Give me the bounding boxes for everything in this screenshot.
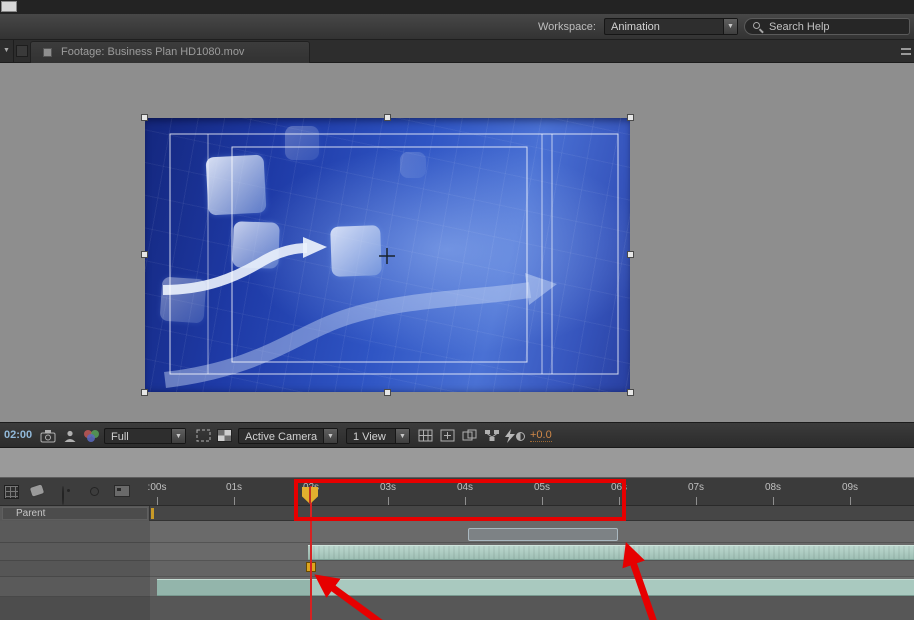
panel-tab-bar: ▼ Footage: Business Plan HD1080.mov — [0, 40, 914, 63]
ruler-tick — [542, 497, 543, 505]
ruler-label: 04s — [456, 482, 474, 493]
chevron-down-icon[interactable]: ▼ — [395, 429, 409, 443]
selection-handle[interactable] — [384, 114, 391, 121]
workspace-value: Animation — [611, 21, 660, 33]
layer-row-controls: None ▼ — [0, 543, 150, 620]
selection-handle[interactable] — [627, 114, 634, 121]
timeline-left-empty — [0, 597, 150, 620]
pixel-aspect-icon[interactable] — [462, 429, 477, 447]
footage-tab-title: Footage: Business Plan HD1080.mov — [61, 46, 245, 58]
selection-handle[interactable] — [384, 389, 391, 396]
footage-tab[interactable]: Footage: Business Plan HD1080.mov — [30, 41, 310, 63]
switches-column-icon[interactable] — [114, 485, 130, 497]
magnification-dropdown[interactable]: Full ▼ — [104, 428, 186, 444]
grid-guides-icon[interactable] — [418, 429, 433, 447]
selection-handle[interactable] — [627, 389, 634, 396]
ruler-label: 08s — [764, 482, 782, 493]
layer-bar[interactable] — [468, 528, 618, 541]
ruler-label: 09s — [841, 482, 859, 493]
timeline-panel: Parent None ▼ None ▼ — [0, 478, 914, 620]
fast-preview-icon[interactable] — [503, 429, 516, 448]
action-safe-guide — [169, 133, 619, 375]
solo-column-icon[interactable] — [90, 487, 99, 496]
work-area-strip[interactable] — [150, 506, 914, 521]
show-snapshot-icon[interactable] — [63, 429, 77, 448]
ruler-tick — [619, 497, 620, 505]
app-icon — [1, 1, 17, 12]
timeline-track-area: :00s 01s 02s 03s 04s 05s 06s 07s 08s 09s — [148, 478, 914, 620]
panel-caret-icon[interactable]: ▼ — [0, 40, 14, 62]
work-area-start-marker[interactable] — [151, 508, 154, 519]
camera-view-dropdown[interactable]: Active Camera ▼ — [238, 428, 338, 444]
workspace-dropdown[interactable]: Animation ▼ — [604, 18, 738, 35]
viewer-toolbar: 02:00 Full ▼ Active Camera ▼ 1 View ▼ +0… — [0, 422, 914, 448]
exposure-value[interactable]: +0.0 — [530, 429, 552, 442]
track-row-empty — [150, 597, 914, 620]
ruler-tick — [388, 497, 389, 505]
timeline-left-panel: Parent None ▼ None ▼ — [0, 478, 150, 620]
workspace-label: Workspace: — [538, 21, 596, 33]
ruler-label: 01s — [225, 482, 243, 493]
small-arrow-head — [303, 237, 327, 258]
ruler-tick — [696, 497, 697, 505]
video-column-icon[interactable] — [62, 486, 64, 505]
view-layout-dropdown[interactable]: 1 View ▼ — [346, 428, 410, 444]
big-arrow-graphic — [164, 282, 532, 388]
ruler-tick — [773, 497, 774, 505]
layer-row-controls: None ▼ — [0, 577, 150, 597]
ruler-label: 07s — [687, 482, 705, 493]
ruler-label: 06s — [610, 482, 628, 493]
selection-handle[interactable] — [141, 389, 148, 396]
time-ruler[interactable]: :00s 01s 02s 03s 04s 05s 06s 07s 08s 09s — [148, 478, 914, 506]
footage-viewer — [0, 63, 914, 422]
ruler-label: 03s — [379, 482, 397, 493]
chevron-down-icon[interactable]: ▼ — [723, 19, 737, 34]
application-bar: Workspace: Animation ▼ Search Help — [0, 14, 914, 40]
current-timecode[interactable]: 02:00 — [4, 429, 32, 441]
ruler-label: 05s — [533, 482, 551, 493]
exposure-icon[interactable] — [516, 432, 525, 441]
footage-tab-icon — [43, 48, 52, 57]
ruler-tick — [465, 497, 466, 505]
parent-column-header[interactable]: Parent — [2, 507, 148, 520]
small-arrow-graphic — [162, 243, 308, 295]
mini-flowchart-icon[interactable] — [484, 429, 500, 447]
selection-handle[interactable] — [627, 251, 634, 258]
transparency-grid-icon[interactable] — [217, 429, 232, 442]
anchor-crosshair-icon[interactable] — [379, 248, 395, 264]
current-time-indicator-line[interactable] — [310, 486, 312, 620]
search-placeholder: Search Help — [769, 21, 830, 33]
timeline-view-icon[interactable] — [4, 485, 19, 499]
chevron-down-icon[interactable]: ▼ — [323, 429, 337, 443]
search-help-input[interactable]: Search Help — [744, 18, 910, 35]
panel-gap-strip — [0, 448, 914, 478]
snapshot-camera-icon[interactable] — [40, 429, 56, 448]
selection-handle[interactable] — [141, 251, 148, 258]
window-title-strip — [0, 0, 914, 14]
expanded-property-row — [0, 561, 150, 577]
video-preview[interactable] — [141, 114, 634, 396]
timeline-header-icons — [0, 478, 150, 506]
preview-overlay-graphics — [162, 133, 619, 388]
layer-row-controls: None ▼ — [0, 521, 150, 582]
panel-menu-icon[interactable] — [901, 48, 911, 55]
ruler-tick — [157, 497, 158, 505]
layer-bar[interactable] — [308, 545, 914, 560]
track-row — [150, 561, 914, 577]
region-of-interest-icon[interactable] — [196, 429, 211, 447]
chevron-down-icon[interactable]: ▼ — [171, 429, 185, 443]
ruler-tick — [850, 497, 851, 505]
ruler-tick — [234, 497, 235, 505]
search-icon — [753, 22, 760, 29]
eraser-icon[interactable] — [28, 483, 46, 498]
ruler-label: :00s — [147, 482, 167, 493]
panel-group-icon — [16, 45, 28, 57]
after-effects-window: Workspace: Animation ▼ Search Help ▼ Foo… — [0, 0, 914, 620]
safe-margins-icon[interactable] — [440, 429, 455, 447]
layer-bar[interactable] — [157, 579, 914, 596]
selection-handle[interactable] — [141, 114, 148, 121]
show-channel-rgb-icon[interactable] — [84, 429, 101, 442]
